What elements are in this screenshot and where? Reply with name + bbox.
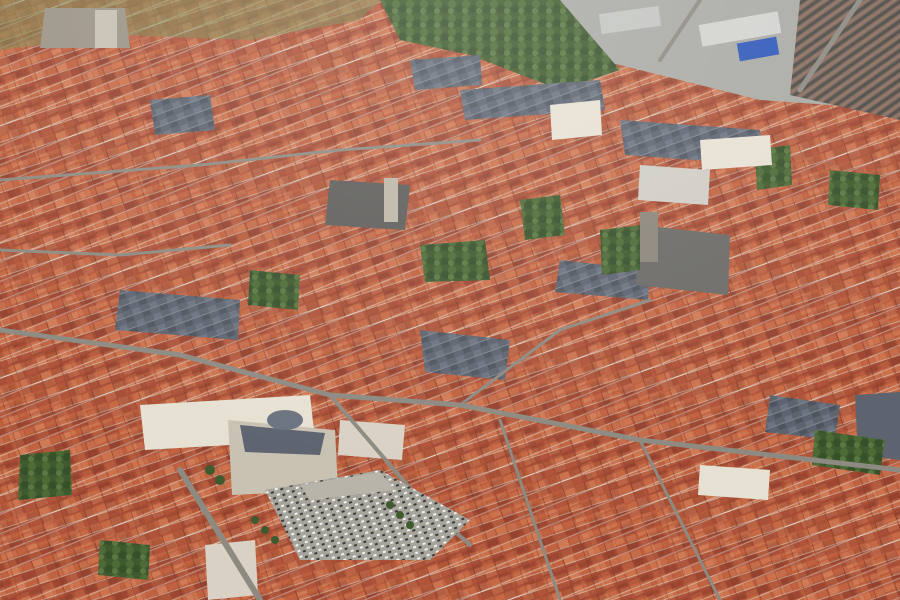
atmospheric-haze <box>0 0 900 600</box>
aerial-city-photo <box>0 0 900 600</box>
